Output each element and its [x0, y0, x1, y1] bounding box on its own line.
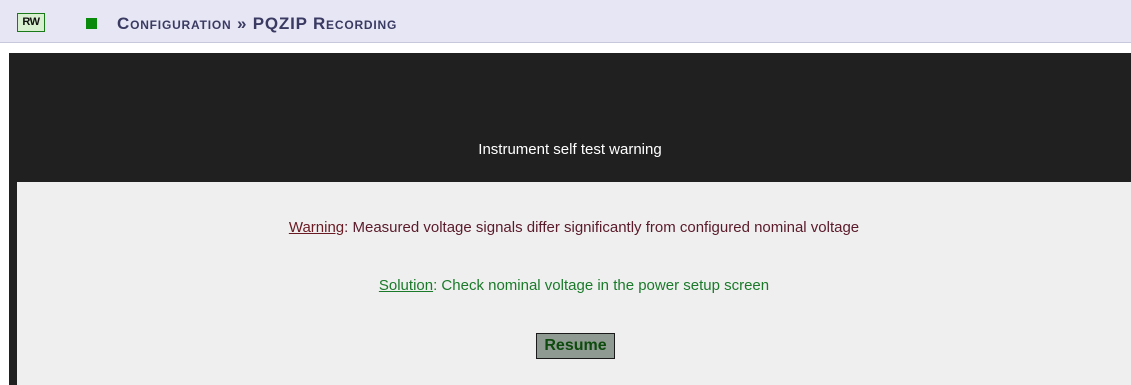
solution-text: : Check nominal voltage in the power set…: [433, 277, 770, 294]
warning-label: Warning: [288, 219, 345, 236]
solution-row: Solution: Check nominal voltage in the p…: [17, 277, 1131, 295]
rw-badge: RW: [17, 13, 45, 32]
message-box: Warning: Measured voltage signals differ…: [17, 182, 1131, 385]
warning-text: : Measured voltage signals differ signif…: [344, 219, 860, 236]
status-square-icon: [86, 18, 97, 29]
warning-row: Warning: Measured voltage signals differ…: [17, 219, 1131, 237]
panel-title: Instrument self test warning: [478, 141, 662, 158]
solution-label: Solution: [378, 277, 434, 294]
self-test-panel: Instrument self test warning Warning: Me…: [9, 53, 1131, 385]
header-bar: RW Configuration » PQZIP Recording: [0, 0, 1131, 43]
page-title: Configuration » PQZIP Recording: [117, 14, 398, 33]
resume-button[interactable]: Resume: [536, 333, 615, 359]
